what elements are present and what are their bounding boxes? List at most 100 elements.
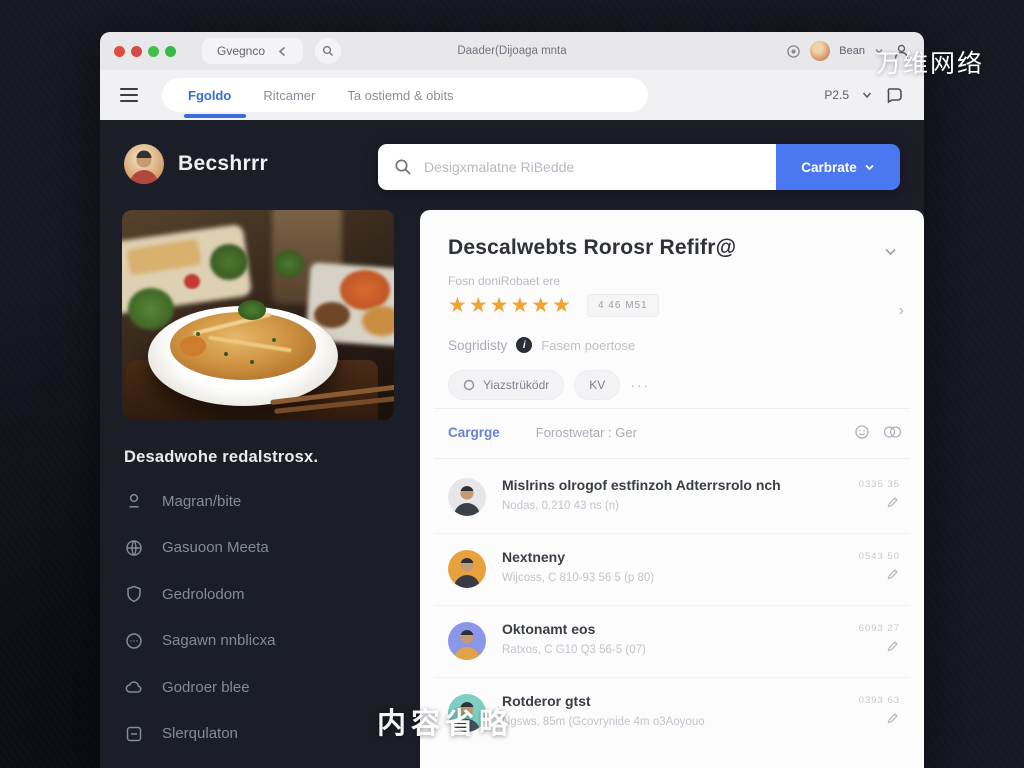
sidebar-item-gasuoon-meeta[interactable]: Gasuoon Meeta <box>124 525 394 572</box>
review-row[interactable]: Mislrins olrogof estfinzoh Adterrsrolo n… <box>434 462 910 534</box>
active-tab-underline <box>184 114 246 118</box>
sidebar-section-title: Desadwohe redalstrosx. <box>124 448 318 467</box>
edit-icon[interactable] <box>887 495 898 513</box>
watermark-top-right: 万维网络 <box>876 44 984 80</box>
chevron-down-icon <box>864 162 875 173</box>
review-meta: 6093 27 <box>859 623 900 634</box>
sidebar-item-sagawn[interactable]: Sagawn nnblicxa <box>124 618 394 665</box>
user-name: Becshrrr <box>178 152 268 176</box>
tag-pill-1[interactable]: Yiazstrüködr <box>448 370 564 400</box>
user-icon <box>124 491 144 511</box>
meta-label: Sogridisty <box>448 338 507 353</box>
reviewer-avatar <box>448 622 486 660</box>
detail-card: Descalwebts Rorosr Refifr@ Fosn doniRoba… <box>420 210 924 768</box>
reviewer-name: Nextneny <box>502 549 565 565</box>
reviewer-name: Mislrins olrogof estfinzoh Adterrsrolo n… <box>502 477 781 493</box>
tag-circle-icon <box>463 379 475 391</box>
reviews-tab-row: Cargrge Forostwetar : Ger <box>448 424 902 440</box>
reviewer-name: Rotderor gtst <box>502 693 591 709</box>
browser-tab[interactable]: Gvegnco <box>202 38 303 64</box>
smiley-icon[interactable] <box>854 424 870 440</box>
address-bar[interactable]: Daader(Dijoaga mnta <box>457 45 566 57</box>
edit-icon[interactable] <box>887 639 898 657</box>
menu-icon[interactable] <box>120 88 138 102</box>
meta-row: Sogridisty i Fasem poertose <box>448 337 635 353</box>
chat-icon <box>124 631 144 651</box>
search-icon <box>322 45 334 57</box>
browser-chrome: Gvegnco Daader(Dijoaga mnta Bean <box>100 32 924 70</box>
review-detail: Ratxos, C G10 Q3 56-5 (07) <box>502 644 646 656</box>
reviewer-avatar <box>448 550 486 588</box>
notification-bubble-icon[interactable] <box>885 86 904 105</box>
rating-row: ★★★★★★ 4 46 M51 <box>448 294 659 317</box>
globe-icon <box>124 538 144 558</box>
review-meta: 0335 35 <box>859 479 900 490</box>
review-detail: Wijcoss, C 810-93 56 5 (p 80) <box>502 572 654 584</box>
edit-icon[interactable] <box>887 711 898 729</box>
cloud-icon <box>124 677 144 697</box>
review-meta: 0393 63 <box>859 695 900 706</box>
page: Gvegnco Daader(Dijoaga mnta Bean Fgoldo … <box>0 0 1024 768</box>
window-controls <box>114 46 176 57</box>
tab-cargrge[interactable]: Cargrge <box>448 425 500 440</box>
tab-fgoldo[interactable]: Fgoldo <box>188 88 231 103</box>
review-meta: 0543 50 <box>859 551 900 562</box>
back-icon[interactable] <box>277 46 288 57</box>
next-chevron-icon[interactable]: › <box>899 302 904 320</box>
review-row[interactable]: Nextneny Wijcoss, C 810-93 56 5 (p 80) 0… <box>434 534 910 606</box>
search-bar: Carbrate <box>378 144 900 190</box>
photo-parsley <box>128 288 174 330</box>
divider <box>434 458 910 459</box>
tag-pill-2[interactable]: KV <box>574 370 620 400</box>
tab-ritcamer[interactable]: Ritcamer <box>263 88 315 103</box>
tag-row: Yiazstrüködr KV ··· <box>448 370 650 400</box>
maximize-window-button[interactable] <box>148 46 159 57</box>
extra-window-button[interactable] <box>165 46 176 57</box>
globe-dot-icon[interactable] <box>786 44 801 59</box>
browser-window: Gvegnco Daader(Dijoaga mnta Bean Fgoldo … <box>100 32 924 768</box>
collapse-chevron-icon[interactable] <box>883 244 898 264</box>
review-row[interactable]: Oktonamt eos Ratxos, C G10 Q3 56-5 (07) … <box>434 606 910 678</box>
chevron-down-icon[interactable] <box>861 89 873 101</box>
note-icon <box>124 724 144 744</box>
sidebar-item-slerqulaton[interactable]: Slerqulaton <box>124 711 394 758</box>
account-label: Bean <box>839 45 865 57</box>
divider <box>434 408 910 409</box>
toolbar-tabs: Fgoldo Ritcamer Ta ostiemd & obits <box>162 78 648 112</box>
reviewer-name: Oktonamt eos <box>502 621 595 637</box>
shield-icon <box>124 584 144 604</box>
avatar[interactable] <box>124 144 164 184</box>
sidebar-item-gedrolodom[interactable]: Gedrolodom <box>124 571 394 618</box>
minimize-window-button[interactable] <box>131 46 142 57</box>
close-window-button[interactable] <box>114 46 125 57</box>
watermark-bottom-center: 内容省略 <box>377 700 513 742</box>
sidebar-item-magranbite[interactable]: Magran/bite <box>124 478 394 525</box>
zoom-level: P2.5 <box>824 88 849 102</box>
rating-badge: 4 46 M51 <box>587 294 659 317</box>
tab-ostiemd[interactable]: Ta ostiemd & obits <box>347 88 453 103</box>
carbrate-button[interactable]: Carbrate <box>776 144 900 190</box>
browser-tab-title: Gvegnco <box>217 44 265 58</box>
search-input[interactable] <box>424 159 760 175</box>
edit-icon[interactable] <box>887 567 898 585</box>
toolbar-right-cluster: P2.5 <box>824 86 904 105</box>
avatar-face <box>124 144 164 184</box>
search-box <box>378 144 776 190</box>
app-toolbar: Fgoldo Ritcamer Ta ostiemd & obits P2.5 <box>100 70 924 120</box>
account-avatar[interactable] <box>810 41 830 61</box>
more-tags[interactable]: ··· <box>630 377 650 393</box>
restaurant-title: Descalwebts Rorosr Refifr@ <box>448 236 736 260</box>
carbrate-button-label: Carbrate <box>801 160 857 175</box>
sidebar-menu: Magran/bite Gasuoon Meeta Gedrolodom Sag… <box>124 478 394 757</box>
food-photo[interactable] <box>122 210 394 420</box>
review-detail: Nodas, 0.210 43 ns (n) <box>502 500 619 512</box>
star-rating: ★★★★★★ <box>448 295 573 316</box>
tab-forostwetar[interactable]: Forostwetar : Ger <box>536 425 637 440</box>
tab-search-button[interactable] <box>315 38 341 64</box>
restaurant-subtitle: Fosn doniRobaet ere <box>448 274 560 288</box>
meta-text: Fasem poertose <box>541 338 635 353</box>
review-tools <box>854 424 902 440</box>
sidebar-item-godroer[interactable]: Godroer blee <box>124 664 394 711</box>
info-badge[interactable]: i <box>516 337 532 353</box>
coins-icon[interactable] <box>883 424 902 440</box>
